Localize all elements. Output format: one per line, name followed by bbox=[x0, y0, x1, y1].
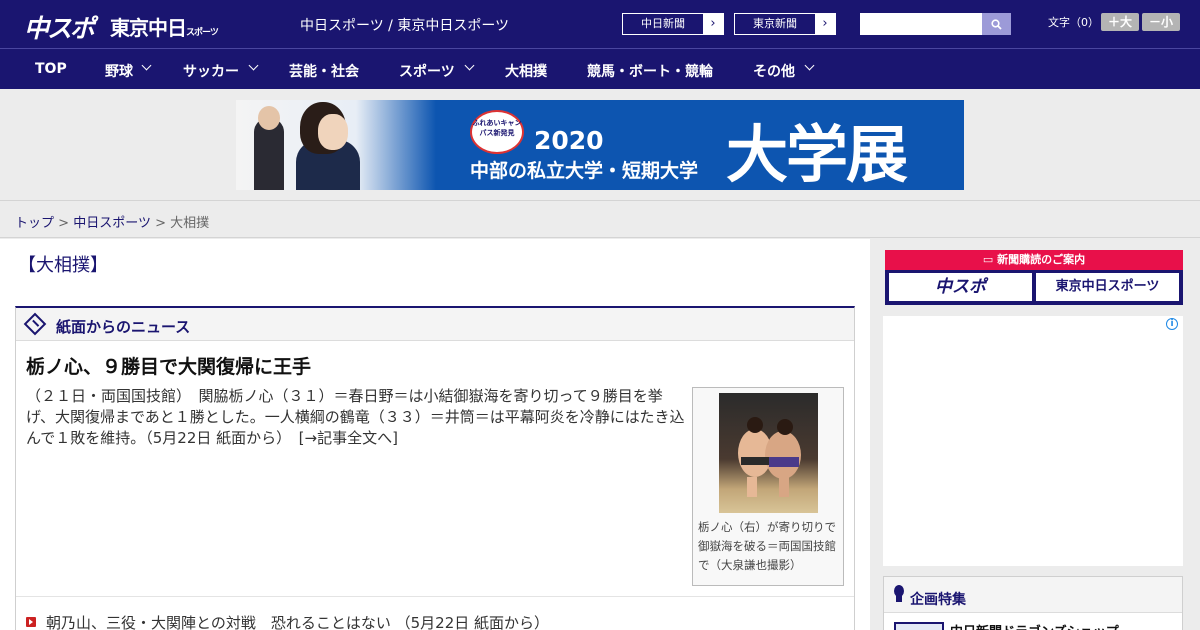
font-larger-button[interactable]: ＋大 bbox=[1101, 13, 1139, 31]
news-list-item[interactable]: 朝乃山、三役・大関陣との対戦 恐れることはない （5月22日 紙面から） bbox=[26, 612, 549, 630]
nav-item-entertainment[interactable]: 芸能・社会 bbox=[289, 61, 359, 81]
university-fair-banner[interactable]: ふれあいキャンパス新発見 2020 中部の私立大学・短期大学 大学展 bbox=[236, 100, 964, 190]
font-smaller-button[interactable]: －小 bbox=[1142, 13, 1180, 31]
chevron-down-icon[interactable] bbox=[248, 60, 259, 71]
search-icon bbox=[991, 18, 1002, 30]
nav-item-sumo[interactable]: 大相撲 bbox=[505, 61, 547, 81]
feature-thumbnail[interactable] bbox=[894, 622, 944, 630]
nav-item-soccer[interactable]: サッカー bbox=[183, 61, 239, 81]
nav-item-top[interactable]: TOP bbox=[35, 61, 67, 77]
subscription-header-text: 新聞購読のご案内 bbox=[997, 253, 1086, 266]
font-size-label: 文字（0） bbox=[1048, 16, 1099, 29]
chevron-right-icon: › bbox=[815, 14, 835, 34]
site-title[interactable]: 中日スポーツ / 東京中日スポーツ bbox=[300, 15, 509, 35]
news-box-header: 紙面からのニュース bbox=[16, 308, 854, 341]
article-lead: （２１日・両国国技館） 関脇栃ノ心（３１）＝春日野＝は小結御嶽海を寄り切って９勝… bbox=[26, 386, 686, 449]
nav-item-sports[interactable]: スポーツ bbox=[399, 61, 455, 81]
breadcrumb-separator: > bbox=[58, 216, 70, 231]
search-button[interactable] bbox=[982, 13, 1011, 35]
feature-box: 企画特集 中日新聞ドラゴンズショップ bbox=[883, 576, 1183, 630]
breadcrumb-home-link[interactable]: トップ bbox=[15, 216, 54, 231]
subscription-box: ▭ 新聞購読のご案内 中スポ 東京中日スポーツ bbox=[885, 250, 1183, 305]
divider bbox=[16, 596, 854, 597]
read-more-link[interactable]: [→記事全文へ] bbox=[299, 429, 398, 447]
photo-caption: 栃ノ心（右）が寄り切りで御嶽海を破る＝両国国技館で（大泉謙也撮影） bbox=[698, 520, 836, 572]
page-title: 【大相撲】 bbox=[18, 255, 108, 276]
nav-item-racing[interactable]: 競馬・ボート・競輪 bbox=[587, 61, 713, 81]
play-arrow-icon bbox=[26, 617, 36, 627]
news-list-item-text: 朝乃山、三役・大関陣との対戦 恐れることはない （5月22日 紙面から） bbox=[46, 614, 550, 630]
info-icon[interactable]: i bbox=[1166, 318, 1178, 330]
search-input[interactable] bbox=[860, 13, 982, 35]
feature-header: 企画特集 bbox=[884, 577, 1182, 613]
chevron-down-icon[interactable] bbox=[464, 60, 475, 71]
tokyo-chunichi-logo[interactable]: 東京中日スポーツ bbox=[110, 12, 219, 41]
breadcrumb-section-link[interactable]: 中日スポーツ bbox=[73, 216, 151, 231]
subscribe-chuspo-button[interactable]: 中スポ bbox=[889, 273, 1032, 301]
ad-slot[interactable]: i bbox=[883, 316, 1183, 566]
banner-badge: ふれあいキャンパス新発見 bbox=[470, 110, 524, 154]
ext-link-label: 東京新聞 bbox=[753, 17, 797, 30]
newspaper-icon bbox=[23, 312, 47, 336]
ext-link-label: 中日新聞 bbox=[641, 17, 685, 30]
site-header: 中スポ 東京中日スポーツ 中日スポーツ / 東京中日スポーツ 中日新聞 › 東京… bbox=[0, 0, 1200, 48]
newspaper-icon: ▭ bbox=[982, 253, 998, 266]
sumo-photo[interactable] bbox=[719, 393, 818, 513]
main-nav: TOP 野球 サッカー 芸能・社会 スポーツ 大相撲 競馬・ボート・競輪 その他 bbox=[0, 48, 1200, 89]
sumo-wrestlers-image bbox=[738, 417, 801, 497]
chunichi-shimbun-link[interactable]: 中日新聞 › bbox=[622, 13, 724, 35]
news-box-label: 紙面からのニュース bbox=[56, 318, 191, 336]
feature-item-link[interactable]: 中日新聞ドラゴンズショップ bbox=[950, 621, 1119, 630]
tokyo-shimbun-link[interactable]: 東京新聞 › bbox=[734, 13, 836, 35]
banner-student-figure bbox=[258, 106, 280, 130]
nav-item-baseball[interactable]: 野球 bbox=[105, 61, 133, 81]
subscribe-tokyo-chunichi-button[interactable]: 東京中日スポーツ bbox=[1036, 273, 1179, 301]
banner-year: 2020 bbox=[534, 126, 604, 155]
banner-subtitle: 中部の私立大学・短期大学 bbox=[470, 160, 699, 182]
breadcrumb-bar: トップ > 中日スポーツ > 大相撲 bbox=[0, 200, 1200, 238]
subscription-header: ▭ 新聞購読のご案内 bbox=[885, 250, 1183, 270]
breadcrumb-current: 大相撲 bbox=[170, 216, 210, 231]
news-box: 紙面からのニュース 栃ノ心、９勝目で大関復帰に王手 （２１日・両国国技館） 関脇… bbox=[15, 306, 855, 630]
tokyo-chunichi-logo-text: 東京中日 bbox=[110, 16, 187, 40]
nav-item-other[interactable]: その他 bbox=[753, 61, 795, 81]
chevron-down-icon[interactable] bbox=[141, 60, 152, 71]
banner-title: 大学展 bbox=[726, 118, 908, 190]
chuspo-logo[interactable]: 中スポ bbox=[24, 9, 95, 45]
tokyo-chunichi-logo-suffix: スポーツ bbox=[186, 28, 219, 38]
chevron-down-icon[interactable] bbox=[804, 60, 815, 71]
banner-student-figure bbox=[318, 114, 348, 150]
breadcrumb-separator: > bbox=[155, 216, 166, 231]
medal-icon bbox=[894, 585, 904, 602]
chevron-right-icon: › bbox=[703, 14, 723, 34]
breadcrumb: トップ > 中日スポーツ > 大相撲 bbox=[15, 212, 209, 231]
article-photo-box: 栃ノ心（右）が寄り切りで御嶽海を破る＝両国国技館で（大泉謙也撮影） bbox=[692, 387, 844, 586]
article-headline[interactable]: 栃ノ心、９勝目で大関復帰に王手 bbox=[26, 352, 311, 379]
feature-header-label: 企画特集 bbox=[910, 592, 966, 608]
